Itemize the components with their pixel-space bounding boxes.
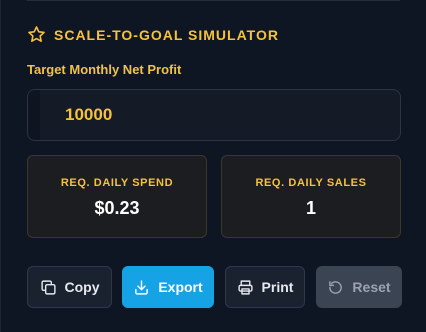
daily-sales-label: REQ. DAILY SALES xyxy=(255,177,367,189)
daily-spend-label: REQ. DAILY SPEND xyxy=(60,177,174,189)
target-profit-input[interactable] xyxy=(40,90,390,140)
daily-spend-value: $0.23 xyxy=(94,198,140,218)
printer-icon xyxy=(237,279,254,296)
download-icon xyxy=(133,279,150,296)
daily-sales-value: 1 xyxy=(305,198,316,218)
copy-button[interactable]: Copy xyxy=(27,266,112,308)
print-button[interactable]: Print xyxy=(225,266,305,308)
panel-header: SCALE-TO-GOAL SIMULATOR xyxy=(27,25,279,44)
panel-title: SCALE-TO-GOAL SIMULATOR xyxy=(54,26,279,43)
daily-sales-card: REQ. DAILY SALES 1 xyxy=(221,155,401,238)
reset-label: Reset xyxy=(352,279,391,295)
scale-to-goal-panel: SCALE-TO-GOAL SIMULATOR Target Monthly N… xyxy=(0,0,426,332)
reset-button[interactable]: Reset xyxy=(316,266,402,308)
print-label: Print xyxy=(261,279,294,295)
export-label: Export xyxy=(158,279,203,295)
copy-icon xyxy=(40,279,57,296)
divider xyxy=(27,0,400,1)
target-profit-field[interactable] xyxy=(27,89,401,141)
daily-spend-card: REQ. DAILY SPEND $0.23 xyxy=(27,155,207,238)
export-button[interactable]: Export xyxy=(122,266,214,308)
target-profit-label: Target Monthly Net Profit xyxy=(27,62,182,77)
copy-label: Copy xyxy=(64,279,100,295)
input-left-edge xyxy=(28,90,40,140)
reset-icon xyxy=(327,279,344,296)
star-icon xyxy=(27,25,46,44)
